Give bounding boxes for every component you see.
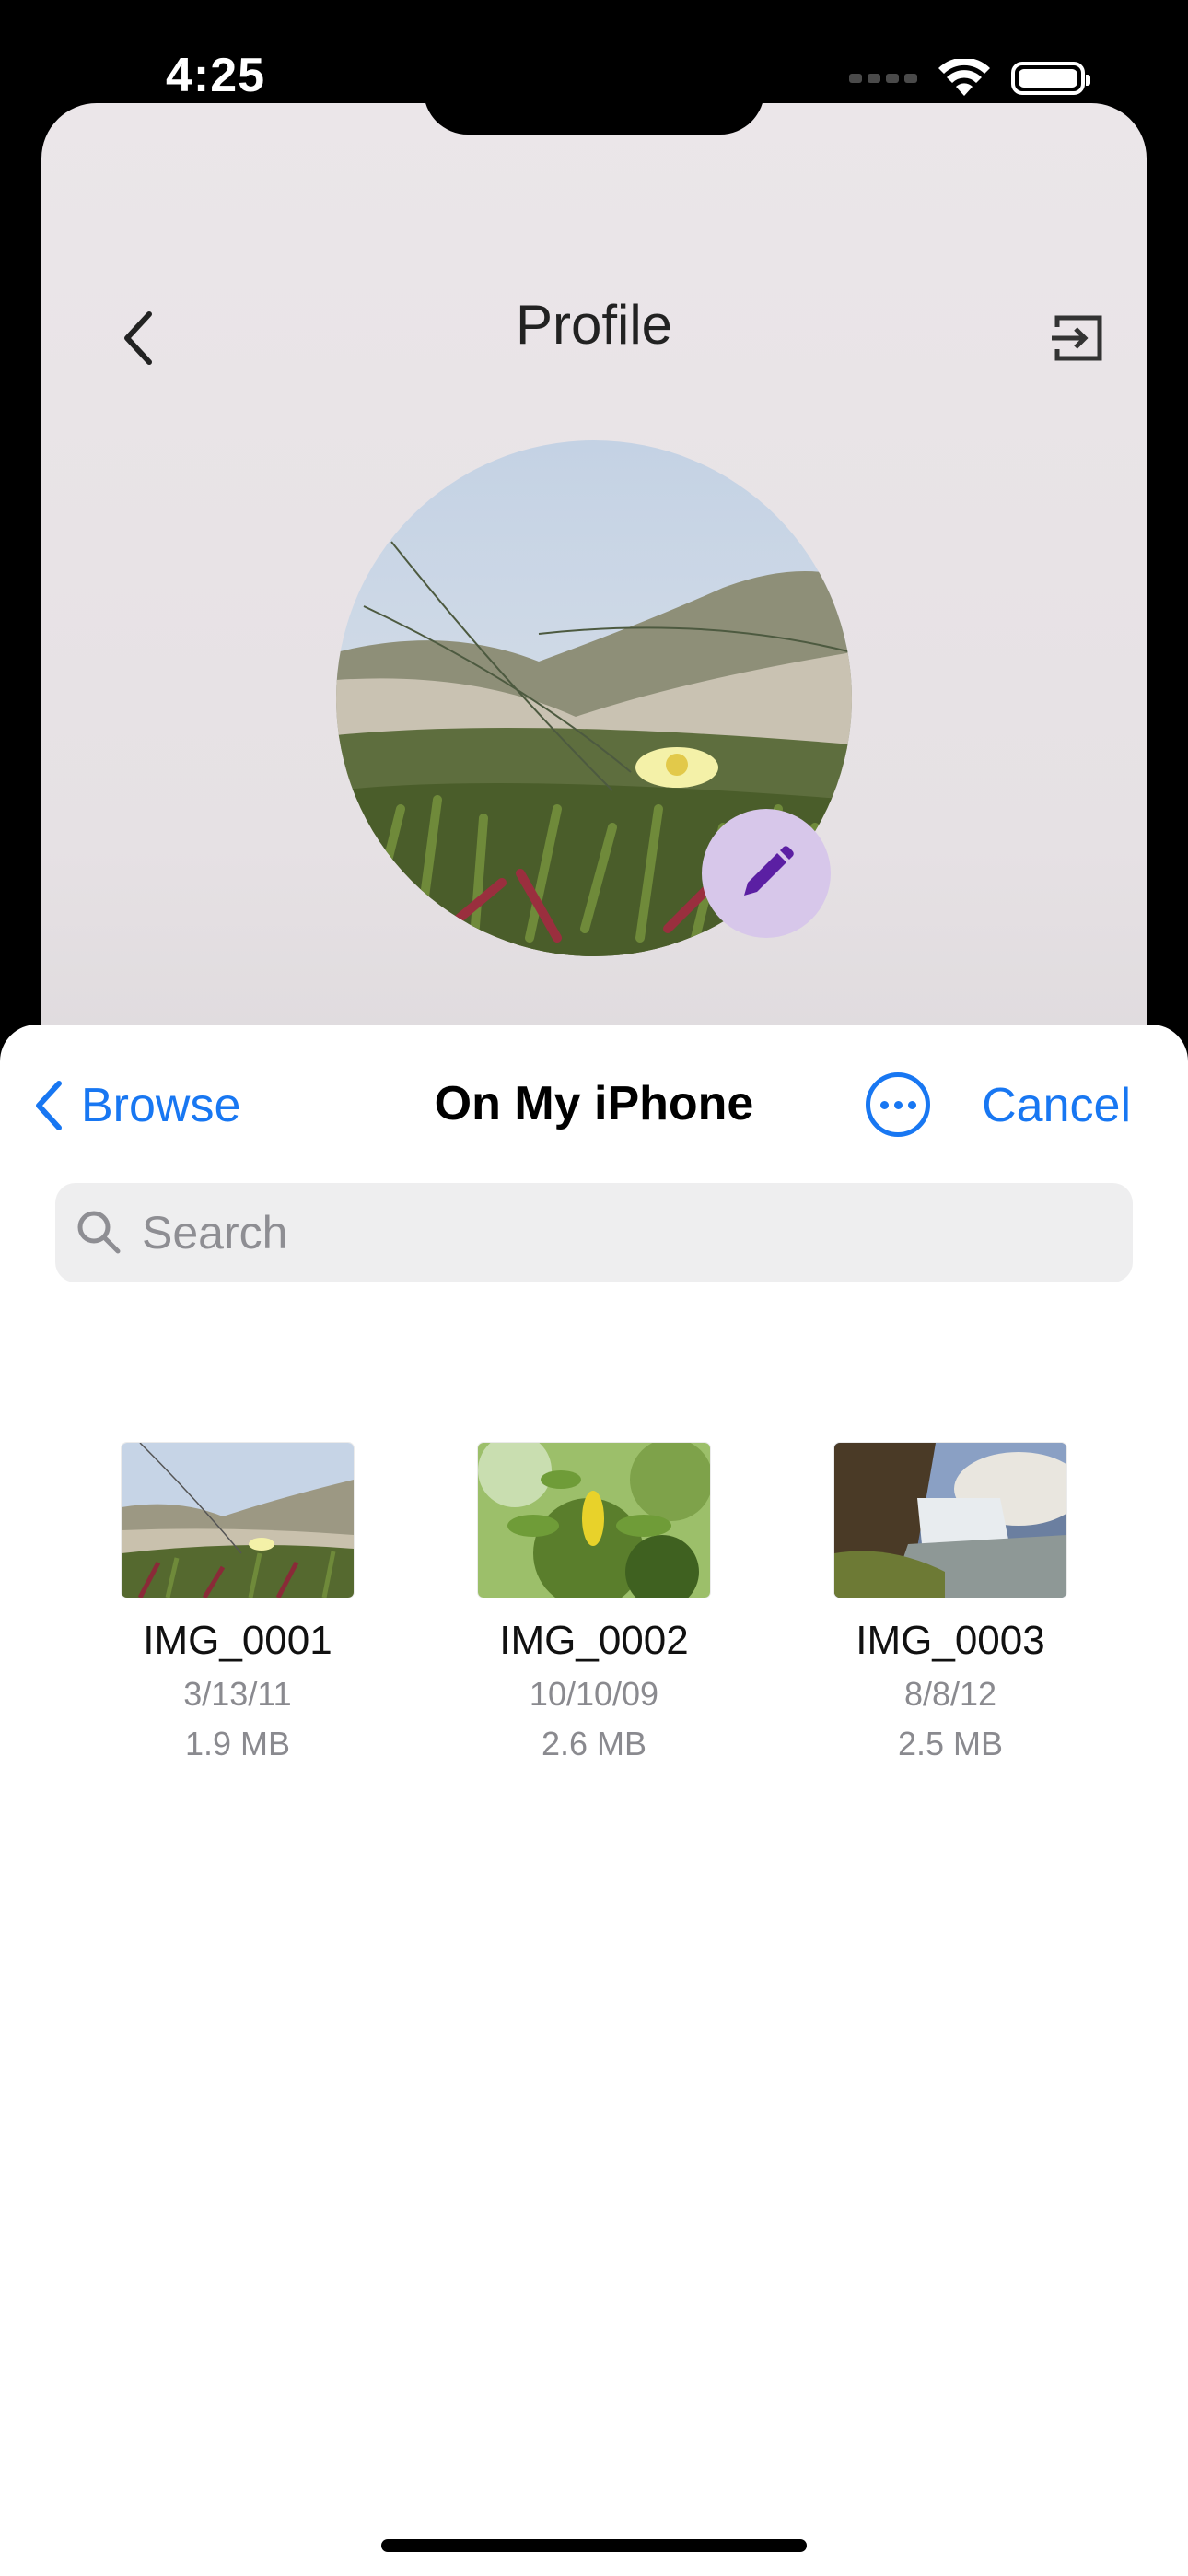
device-notch (424, 83, 764, 135)
battery-icon (1011, 62, 1090, 95)
edit-avatar-button[interactable] (702, 809, 831, 938)
ellipsis-icon (879, 1100, 889, 1109)
search-input[interactable] (140, 1205, 1065, 1260)
file-thumbnail (834, 1443, 1066, 1598)
file-name: IMG_0002 (499, 1618, 689, 1663)
wifi-icon (938, 59, 990, 96)
logout-button[interactable] (1036, 297, 1119, 380)
cellular-signal-icon (849, 74, 917, 83)
file-date: 8/8/12 (903, 1675, 997, 1713)
profile-screen: Profile (41, 103, 1147, 1163)
file-item[interactable]: IMG_0001 3/13/11 1.9 MB (99, 1443, 376, 1763)
file-item[interactable]: IMG_0002 10/10/09 2.6 MB (456, 1443, 732, 1763)
file-item[interactable]: IMG_0003 8/8/12 2.5 MB (812, 1443, 1089, 1763)
more-options-button[interactable] (866, 1072, 930, 1137)
status-icons (849, 59, 1090, 98)
file-size: 2.6 MB (541, 1725, 647, 1762)
file-date: 10/10/09 (529, 1675, 659, 1713)
search-field[interactable] (55, 1183, 1133, 1282)
cancel-button[interactable]: Cancel (982, 1078, 1131, 1133)
status-time: 4:25 (166, 49, 266, 102)
file-picker-sheet: Browse On My iPhone Cancel Search IMG_00… (0, 1025, 1188, 2576)
pencil-icon (744, 846, 794, 896)
page-title: Profile (515, 294, 673, 356)
file-name: IMG_0001 (143, 1618, 332, 1663)
file-size: 2.5 MB (897, 1725, 1004, 1762)
file-name: IMG_0003 (856, 1618, 1045, 1663)
file-date: 3/13/11 (183, 1675, 292, 1713)
file-thumbnail (478, 1443, 710, 1598)
file-thumbnail (122, 1443, 354, 1598)
file-size: 1.9 MB (184, 1725, 291, 1762)
home-indicator[interactable] (381, 2539, 807, 2552)
search-icon (77, 1211, 121, 1254)
logout-icon (1052, 315, 1102, 361)
